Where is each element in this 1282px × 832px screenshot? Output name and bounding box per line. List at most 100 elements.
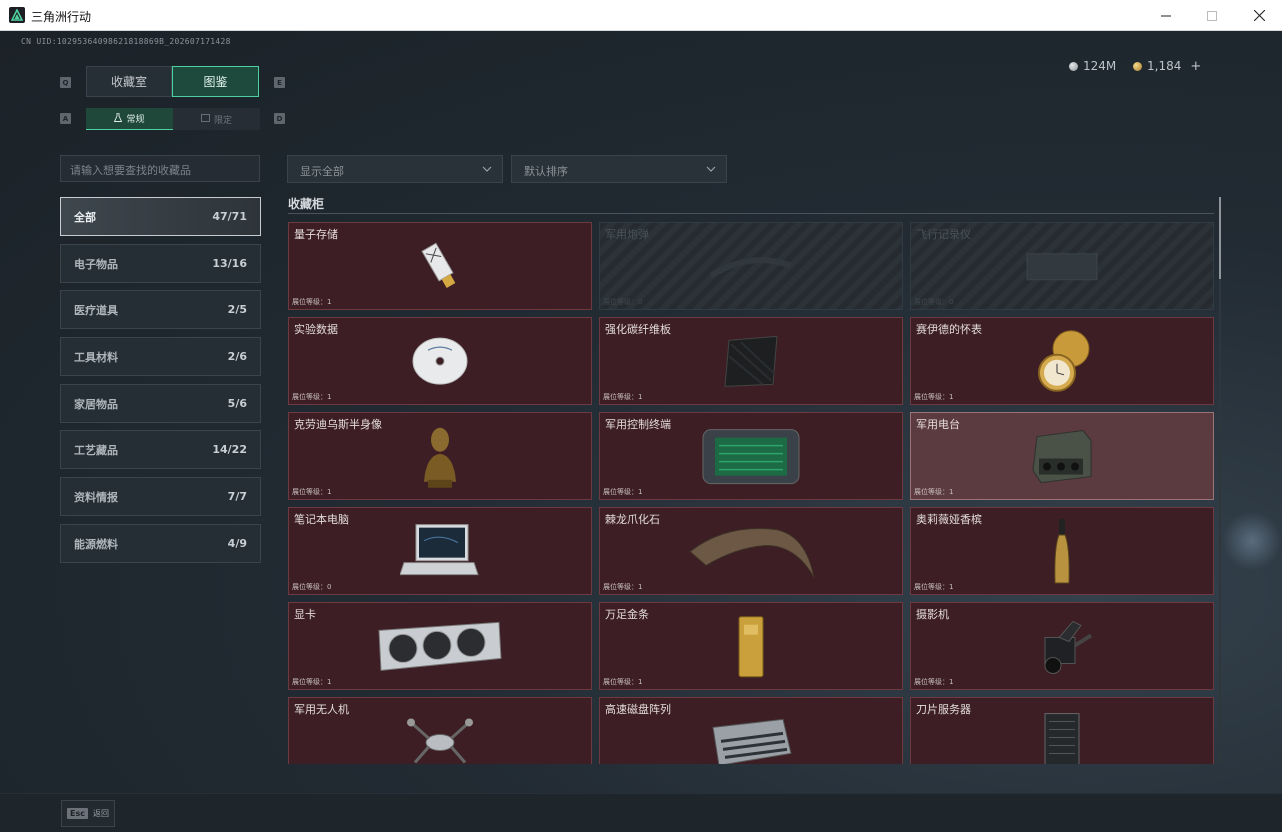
category-count: 13/16 [212,257,247,270]
blade-server-icon [1039,712,1085,764]
item-card[interactable]: 量子存储 展位等级：1 [288,222,592,310]
category-label: 工艺藏品 [74,443,118,457]
app-logo-icon [9,7,25,23]
subtab-regular[interactable]: 常规 [86,108,173,130]
category-household[interactable]: 家居物品 5/6 [60,384,261,423]
item-card[interactable]: 军用炮弹 展位等级：0 [599,222,903,310]
item-level: 展位等级：1 [292,393,332,401]
item-name: 军用电台 [916,418,960,431]
category-intel[interactable]: 资料情报 7/7 [60,477,261,516]
category-energy[interactable]: 能源燃料 4/9 [60,524,261,563]
item-card[interactable]: 赛伊德的怀表 展位等级：1 [910,317,1214,405]
pocket-watch-icon [1031,329,1093,399]
user-uid: CN UID:10295364098621818869B_20260717142… [21,37,231,46]
display-filter-dropdown[interactable]: 显示全部 [287,155,503,183]
silver-amount: 124M [1083,59,1117,73]
item-name: 军用无人机 [294,703,349,716]
close-button[interactable] [1236,0,1282,31]
minimize-button[interactable] [1143,0,1189,31]
hotkey-d: D [274,113,285,124]
tab-collection-room[interactable]: 收藏室 [86,66,172,97]
display-filter-value: 显示全部 [300,165,344,178]
window-title: 三角洲行动 [31,10,92,24]
back-label: 返回 [92,809,109,818]
item-card[interactable]: 刀片服务器 [910,697,1214,764]
back-button[interactable]: Esc 返回 [61,800,115,827]
item-name: 克劳迪乌斯半身像 [294,418,382,431]
item-name: 显卡 [294,608,316,621]
item-level: 展位等级：1 [603,678,643,686]
item-name: 军用炮弹 [605,228,649,241]
drone-icon [405,712,475,764]
subtab-limited-label: 限定 [213,115,232,126]
category-count: 2/6 [227,350,247,363]
category-all[interactable]: 全部 47/71 [60,197,261,236]
category-count: 14/22 [212,443,247,456]
gold-bar-icon [736,615,766,683]
item-card[interactable]: 军用控制终端 展位等级：1 [599,412,903,500]
silver-currency: 124M [1069,58,1116,74]
item-card[interactable]: 实验数据 展位等级：1 [288,317,592,405]
add-currency-button[interactable]: + [1190,59,1201,74]
esc-key: Esc [67,808,88,819]
item-level: 展位等级：1 [603,488,643,496]
tab-catalog[interactable]: 图鉴 [172,66,259,97]
laptop-icon [399,521,480,587]
category-count: 5/6 [227,397,247,410]
item-card[interactable]: 强化碳纤维板 展位等级：1 [599,317,903,405]
category-label: 能源燃料 [74,537,118,551]
category-label: 家居物品 [74,397,118,411]
item-level: 展位等级：1 [914,393,954,401]
item-card[interactable]: 高速磁盘阵列 [599,697,903,764]
item-card[interactable]: 飞行记录仪 展位等级：0 [910,222,1214,310]
item-name: 万足金条 [605,608,649,621]
item-name: 赛伊德的怀表 [916,323,982,336]
category-count: 7/7 [227,490,247,503]
silver-coin-icon [1069,61,1078,71]
item-level: 展位等级：1 [292,488,332,496]
champagne-icon [1050,517,1074,591]
usb-drive-icon [412,238,468,298]
scrollbar-track[interactable] [1219,197,1221,765]
sort-value: 默认排序 [524,165,568,178]
gold-coin-icon [1133,61,1142,71]
item-name: 刀片服务器 [916,703,971,716]
category-tools[interactable]: 工具材料 2/6 [60,337,261,376]
item-name: 飞行记录仪 [916,228,971,241]
search-input[interactable]: 请输入想要查找的收藏品 [60,155,260,182]
item-level: 展位等级：1 [914,488,954,496]
item-card[interactable]: 显卡 展位等级：1 [288,602,592,690]
scrollbar-thumb[interactable] [1219,197,1221,279]
control-terminal-icon [701,426,801,492]
item-name: 量子存储 [294,228,338,241]
subtab-regular-label: 常规 [126,115,145,125]
subtab-limited[interactable]: 限定 [173,108,260,130]
item-card[interactable]: 万足金条 展位等级：1 [599,602,903,690]
military-radio-icon [1027,427,1097,491]
category-label: 电子物品 [74,257,118,271]
artillery-shell-icon [706,246,796,290]
item-card[interactable]: 棘龙爪化石 展位等级：1 [599,507,903,595]
item-card[interactable]: 笔记本电脑 展位等级：0 [288,507,592,595]
category-crafts[interactable]: 工艺藏品 14/22 [60,430,261,469]
section-title: 收藏柜 [288,197,325,211]
item-card[interactable]: 摄影机 展位等级：1 [910,602,1214,690]
item-name: 棘龙爪化石 [605,513,660,526]
item-card[interactable]: 奥莉薇娅香槟 展位等级：1 [910,507,1214,595]
category-label: 工具材料 [74,350,118,364]
item-level: 展位等级：1 [914,678,954,686]
disc-icon [410,336,470,390]
graphics-card-icon [375,618,505,678]
item-card[interactable]: 军用无人机 [288,697,592,764]
category-electronics[interactable]: 电子物品 13/16 [60,244,261,283]
hotkey-a: A [60,113,71,124]
item-card[interactable]: 克劳迪乌斯半身像 展位等级：1 [288,412,592,500]
game-viewport: CN UID:10295364098621818869B_20260717142… [0,31,1282,832]
item-name: 军用控制终端 [605,418,671,431]
sort-dropdown[interactable]: 默认排序 [511,155,727,183]
item-card[interactable]: 军用电台 展位等级：1 [910,412,1214,500]
maximize-button[interactable] [1189,0,1235,31]
bust-statue-icon [418,424,462,494]
gold-amount: 1,184 [1147,59,1182,73]
category-medical[interactable]: 医疗道具 2/5 [60,290,261,329]
